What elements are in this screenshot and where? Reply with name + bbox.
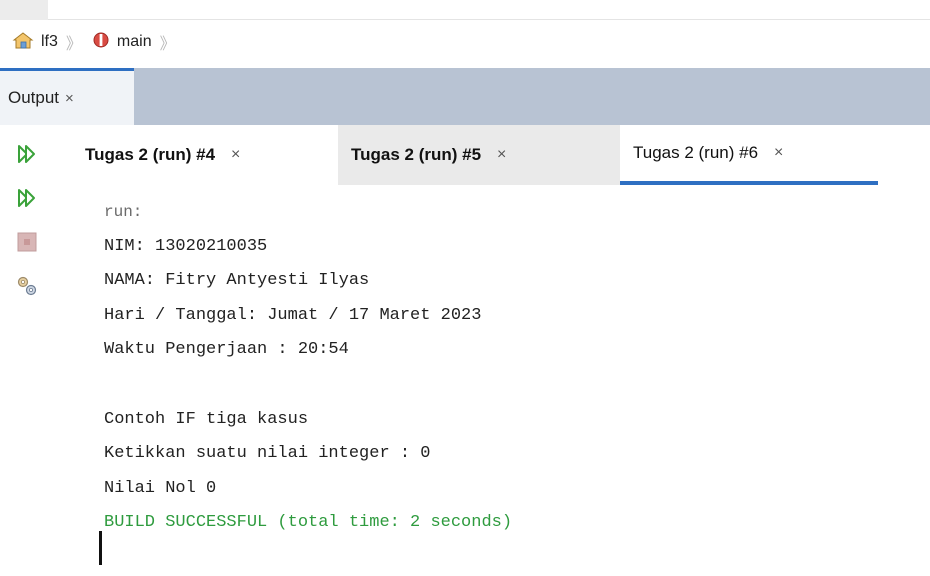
console-line: Ketikkan suatu nilai integer : 0	[104, 444, 431, 464]
breadcrumb-item-project[interactable]: lf3	[12, 30, 58, 55]
console-line: run:	[104, 203, 143, 221]
top-strip-left	[0, 0, 48, 20]
console-line: Hari / Tanggal: Jumat / 17 Maret 2023	[104, 305, 482, 325]
project-icon	[12, 30, 34, 55]
tab-output[interactable]: Output ×	[0, 68, 134, 125]
window-top-strip	[0, 0, 930, 20]
close-icon[interactable]: ×	[65, 90, 74, 107]
tab-run-4[interactable]: Tugas 2 (run) #4 ×	[72, 125, 338, 185]
console-output[interactable]: run: NIM: 13020210035 NAMA: Fitry Antyes…	[104, 195, 512, 541]
settings-icon	[16, 275, 38, 302]
breadcrumb-method-label: main	[116, 33, 152, 50]
tab-label: Tugas 2 (run) #5	[351, 145, 482, 164]
breadcrumb-project-label: lf3	[41, 33, 58, 50]
rerun-icon	[16, 143, 38, 170]
console-line: Waktu Pengerjaan : 20:54	[104, 340, 349, 360]
close-icon[interactable]: ×	[774, 144, 783, 162]
close-icon[interactable]: ×	[497, 146, 506, 164]
close-icon[interactable]: ×	[231, 146, 240, 164]
breadcrumb-item-method[interactable]: main	[92, 31, 152, 54]
build-status-line: BUILD SUCCESSFUL (total time: 2 seconds)	[104, 513, 513, 533]
rerun-with-options-icon	[16, 187, 38, 214]
console-line: Nilai Nol 0	[104, 478, 217, 498]
breadcrumb-separator: 》	[65, 36, 82, 53]
breadcrumb-separator: 》	[159, 36, 176, 53]
tab-run-5[interactable]: Tugas 2 (run) #5 ×	[338, 125, 620, 185]
console-line: NAMA: Fitry Antyesti Ilyas	[104, 271, 370, 291]
output-tab-label: Output	[8, 88, 60, 107]
rerun-button[interactable]	[14, 143, 40, 169]
stop-icon	[17, 232, 37, 257]
run-tabs: Tugas 2 (run) #4 × Tugas 2 (run) #5 × Tu…	[72, 125, 930, 185]
console-line: NIM: 13020210035	[104, 236, 268, 256]
method-icon	[92, 31, 110, 54]
stop-button[interactable]	[14, 231, 40, 257]
settings-button[interactable]	[14, 275, 40, 301]
output-panel-header: Output ×	[0, 68, 930, 125]
tab-label: Tugas 2 (run) #4	[85, 145, 216, 164]
console-line: Contoh IF tiga kasus	[104, 409, 309, 429]
breadcrumb: lf3 》 main 》	[0, 21, 930, 63]
text-cursor	[99, 531, 102, 565]
output-toolbar	[0, 125, 60, 576]
tab-run-6[interactable]: Tugas 2 (run) #6 ×	[620, 125, 878, 185]
rerun-with-options-button[interactable]	[14, 187, 40, 213]
tab-label: Tugas 2 (run) #6	[633, 143, 759, 162]
